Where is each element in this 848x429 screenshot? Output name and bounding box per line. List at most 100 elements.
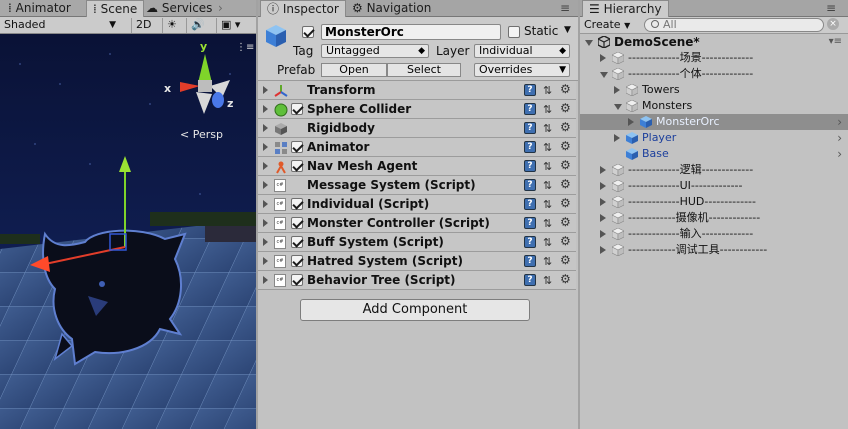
static-checkbox[interactable] [508,26,520,38]
component-enabled-checkbox[interactable] [291,274,303,286]
presets-icon[interactable]: ⇅ [543,217,552,230]
fold-closed-icon[interactable] [263,105,268,113]
gear-icon[interactable]: ⚙ [560,139,571,153]
audio-toggle-icon[interactable]: 🔊 [186,18,209,33]
prefab-open-button[interactable]: Open [321,63,387,77]
fold-closed-icon[interactable] [600,166,606,174]
presets-icon[interactable]: ⇅ [543,141,552,154]
fold-closed-icon[interactable] [600,182,606,190]
active-checkbox[interactable] [302,26,314,38]
gear-icon[interactable]: ⚙ [560,253,571,267]
component-row[interactable]: c# Monster Controller (Script)? ⇅ ⚙ [258,214,576,233]
hierarchy-item[interactable]: Monsters [580,98,848,114]
fold-closed-icon[interactable] [263,86,268,94]
component-enabled-checkbox[interactable] [291,198,303,210]
component-enabled-checkbox[interactable] [291,103,303,115]
fold-closed-icon[interactable] [263,276,268,284]
gear-icon[interactable]: ⚙ [560,215,571,229]
presets-icon[interactable]: ⇅ [543,122,552,135]
object-name-field[interactable]: MonsterOrc [321,24,501,40]
help-icon[interactable]: ? [524,179,536,191]
component-row[interactable]: Animator? ⇅ ⚙ [258,138,576,157]
static-dropdown-arrow-icon[interactable]: ▼ [564,25,571,35]
component-enabled-checkbox[interactable] [291,255,303,267]
hierarchy-item[interactable]: -------------场景------------- [580,50,848,66]
presets-icon[interactable]: ⇅ [543,84,552,97]
fold-closed-icon[interactable] [600,230,606,238]
help-icon[interactable]: ? [524,160,536,172]
fold-closed-icon[interactable] [600,198,606,206]
hierarchy-item[interactable]: Player › [580,130,848,146]
scene-menu-icon[interactable]: ▾≡ [829,34,842,50]
create-dropdown[interactable]: Create ▼ [584,18,630,32]
fold-closed-icon[interactable] [628,118,634,126]
gear-icon[interactable]: ⚙ [560,120,571,134]
component-row[interactable]: c# Individual (Script)? ⇅ ⚙ [258,195,576,214]
fold-closed-icon[interactable] [263,181,268,189]
chevron-right-icon[interactable]: › [837,130,842,146]
lighting-toggle-icon[interactable]: ☀ [162,18,181,33]
fold-closed-icon[interactable] [263,219,268,227]
prefab-overrides-dropdown[interactable]: Overrides ▼ [474,63,570,77]
help-icon[interactable]: ? [524,141,536,153]
hierarchy-item[interactable]: -------------UI------------- [580,178,848,194]
component-enabled-checkbox[interactable] [291,217,303,229]
hierarchy-item[interactable]: -------------个体------------- [580,66,848,82]
tab-animator[interactable]: ⁞ Animator [2,0,77,17]
hierarchy-item[interactable]: MonsterOrc › [580,114,848,130]
component-row[interactable]: c# Hatred System (Script)? ⇅ ⚙ [258,252,576,271]
hierarchy-item[interactable]: -------------逻辑------------- [580,162,848,178]
hierarchy-item[interactable]: -------------HUD------------- [580,194,848,210]
fold-closed-icon[interactable] [263,257,268,265]
gear-icon[interactable]: ⚙ [560,196,571,210]
help-icon[interactable]: ? [524,217,536,229]
tab-services[interactable]: ☁ Services [140,0,218,17]
component-row[interactable]: c# Behavior Tree (Script)? ⇅ ⚙ [258,271,576,290]
tab-hierarchy[interactable]: ☰ Hierarchy [582,0,669,18]
effects-dropdown-icon[interactable]: ▣ ▾ [216,18,244,33]
component-row[interactable]: Nav Mesh Agent? ⇅ ⚙ [258,157,576,176]
fold-closed-icon[interactable] [263,124,268,132]
scene-panel-menu-icon[interactable]: ⋮≡ [236,42,254,53]
component-enabled-checkbox[interactable] [291,160,303,172]
fold-closed-icon[interactable] [263,200,268,208]
fold-closed-icon[interactable] [600,246,606,254]
fold-closed-icon[interactable] [600,54,606,62]
component-row[interactable]: Sphere Collider? ⇅ ⚙ [258,100,576,119]
hierarchy-item[interactable]: ------------摄像机------------- [580,210,848,226]
help-icon[interactable]: ? [524,255,536,267]
shading-mode-dropdown[interactable]: Shaded ▼ [0,18,120,33]
scene-viewport[interactable]: y x z < Persp ⋮≡ [0,34,256,429]
component-row[interactable]: Rigidbody? ⇅ ⚙ [258,119,576,138]
help-icon[interactable]: ? [524,84,536,96]
tab-inspector[interactable]: ⓘ Inspector [260,0,346,18]
fold-closed-icon[interactable] [600,214,606,222]
presets-icon[interactable]: ⇅ [543,274,552,287]
gear-icon[interactable]: ⚙ [560,234,571,248]
component-enabled-checkbox[interactable] [291,141,303,153]
scene-root-row[interactable]: DemoScene* ▾≡ [580,34,848,50]
component-row[interactable]: Transform? ⇅ ⚙ [258,81,576,100]
gear-icon[interactable]: ⚙ [560,101,571,115]
hierarchy-menu-icon[interactable]: ≡ [820,0,842,17]
presets-icon[interactable]: ⇅ [543,103,552,116]
gear-icon[interactable]: ⚙ [560,82,571,96]
tab-overflow-arrow-icon[interactable]: › [212,0,229,17]
fold-open-icon[interactable] [600,72,608,78]
tab-navigation[interactable]: ⚙ Navigation [346,0,437,17]
presets-icon[interactable]: ⇅ [543,160,552,173]
help-icon[interactable]: ? [524,103,536,115]
layer-dropdown[interactable]: Individual ◆ [474,44,570,58]
component-row[interactable]: c# Buff System (Script)? ⇅ ⚙ [258,233,576,252]
tab-scene[interactable]: ⁞ Scene [86,0,145,18]
hierarchy-item[interactable]: -------------输入------------- [580,226,848,242]
hierarchy-item[interactable]: Base › [580,146,848,162]
tag-dropdown[interactable]: Untagged ◆ [321,44,429,58]
fold-open-icon[interactable] [585,40,593,46]
fold-closed-icon[interactable] [614,134,620,142]
help-icon[interactable]: ? [524,274,536,286]
fold-closed-icon[interactable] [263,143,268,151]
hierarchy-item[interactable]: ------------调试工具------------ [580,242,848,258]
prefab-select-button[interactable]: Select [387,63,461,77]
presets-icon[interactable]: ⇅ [543,236,552,249]
